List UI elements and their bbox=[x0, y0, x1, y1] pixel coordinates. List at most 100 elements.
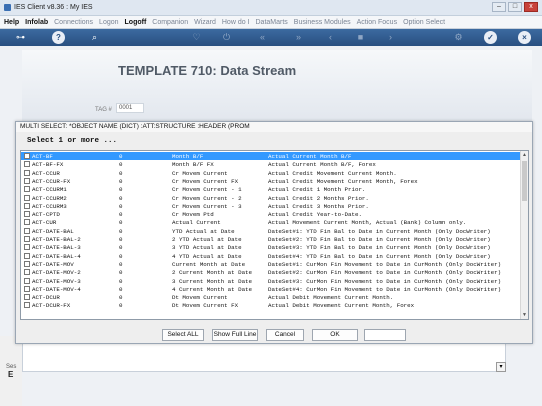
list-item[interactable]: ACT-CUR 0 Actual Current Actual Movement Cu… bbox=[21, 218, 520, 226]
close-button[interactable]: x bbox=[524, 2, 538, 12]
checkbox[interactable] bbox=[24, 202, 30, 209]
checkbox[interactable] bbox=[24, 194, 30, 201]
scroll-up-icon[interactable]: ▲ bbox=[521, 151, 528, 159]
list-item-short: Cr Movem Current - 1 bbox=[172, 186, 242, 194]
checkbox[interactable] bbox=[24, 285, 30, 292]
list-item-short: 2 Current Month at Date bbox=[172, 269, 253, 277]
cancel-button[interactable]: Cancel bbox=[266, 329, 304, 341]
checkmark-icon[interactable]: ✓ bbox=[484, 31, 497, 44]
list-item-code: ACT-BF-FX bbox=[32, 161, 64, 169]
power-icon[interactable]: ⏻ bbox=[220, 31, 233, 44]
menu-item-how-do-i[interactable]: How do I bbox=[222, 19, 250, 26]
list-item-short: Actual Current bbox=[172, 219, 221, 227]
fast-forward-icon[interactable]: » bbox=[292, 31, 305, 44]
checkbox[interactable] bbox=[24, 186, 30, 193]
menu-item-connections[interactable]: Connections bbox=[54, 19, 93, 26]
list-item[interactable]: ACT-DATE-BAL-3 0 3 YTD Actual at Date DateS… bbox=[21, 243, 520, 251]
close-icon[interactable]: × bbox=[518, 31, 531, 44]
menu-item-logoff[interactable]: Logoff bbox=[125, 19, 147, 26]
list-item-long: Actual Credit 1 Month Prior. bbox=[268, 186, 366, 194]
checkbox[interactable] bbox=[24, 277, 30, 284]
checkbox[interactable] bbox=[24, 219, 30, 226]
tag-field[interactable]: 0001 bbox=[116, 103, 144, 113]
vertical-scrollbar[interactable]: ▲ ▼ bbox=[520, 151, 528, 319]
scroll-thumb[interactable] bbox=[522, 161, 527, 201]
list-item-long: DateSet#4: CurMon Fin Movement to Date i… bbox=[268, 285, 502, 293]
gear-icon[interactable]: ⚙ bbox=[452, 31, 465, 44]
next-icon[interactable]: › bbox=[384, 31, 397, 44]
search-icon[interactable]: ⌕ bbox=[88, 31, 101, 44]
list-item-code: ACT-DATE-MOV-2 bbox=[32, 269, 81, 277]
checkbox[interactable] bbox=[24, 153, 30, 159]
list-item[interactable]: ACT-CCURM2 0 Cr Movem Current - 2 Actual Cr… bbox=[21, 194, 520, 202]
list-item-num: 0 bbox=[119, 211, 123, 219]
list-item[interactable]: ACT-DATE-BAL 0 YTD Actual at Date DateSet#1… bbox=[21, 227, 520, 235]
list-item[interactable]: ACT-DATE-BAL-2 0 2 YTD Actual at Date DateS… bbox=[21, 235, 520, 243]
list-item[interactable]: ACT-CPTD 0 Cr Movem Ptd Actual Credit Year-… bbox=[21, 210, 520, 218]
menu-item-logon[interactable]: Logon bbox=[99, 19, 118, 26]
checkbox[interactable] bbox=[24, 169, 30, 176]
list-item[interactable]: ACT-DATE-BAL-4 0 4 YTD Actual at Date DateS… bbox=[21, 252, 520, 260]
list-item[interactable]: ACT-DATE-MOV 0 Current Month at Date DateSe… bbox=[21, 260, 520, 268]
list-item-short: Cr Movem Current FX bbox=[172, 177, 239, 185]
checkbox[interactable] bbox=[24, 269, 30, 276]
checkbox[interactable] bbox=[24, 161, 30, 168]
maximize-button[interactable]: □ bbox=[508, 2, 522, 12]
lower-panel bbox=[22, 342, 506, 372]
checkbox[interactable] bbox=[24, 302, 30, 309]
list-item[interactable]: ACT-CCURM1 0 Cr Movem Current - 1 Actual Cr… bbox=[21, 185, 520, 193]
list-item-short: YTD Actual at Date bbox=[172, 227, 235, 235]
checkbox[interactable] bbox=[24, 260, 30, 267]
list-item-num: 0 bbox=[119, 260, 123, 268]
list-item-long: Actual Credit Year-to-Date. bbox=[268, 211, 362, 219]
list-item-code: ACT-DCUR-FX bbox=[32, 302, 71, 310]
checkbox[interactable] bbox=[24, 244, 30, 251]
menu-item-option-select[interactable]: Option Select bbox=[403, 19, 445, 26]
list-item[interactable]: ACT-DCUR 0 Dt Movem Current Actual Debit Mo… bbox=[21, 293, 520, 301]
list-item-code: ACT-CCUR bbox=[32, 169, 60, 177]
list-item[interactable]: ACT-BF-FX 0 Month B/F FX Actual Current Mon… bbox=[21, 160, 520, 168]
checkbox[interactable] bbox=[24, 236, 30, 242]
checkbox[interactable] bbox=[24, 177, 30, 184]
help-icon[interactable]: ? bbox=[52, 31, 65, 44]
menu-item-wizard[interactable]: Wizard bbox=[194, 19, 216, 26]
heart-icon[interactable]: ♡ bbox=[190, 31, 203, 44]
menu-item-help[interactable]: Help bbox=[4, 19, 19, 26]
list-item-num: 0 bbox=[119, 153, 123, 160]
menu-item-business-modules[interactable]: Business Modules bbox=[294, 19, 351, 26]
checkbox[interactable] bbox=[24, 227, 30, 234]
list-item[interactable]: ACT-DCUR-FX 0 Dt Movem Current FX Actual De… bbox=[21, 301, 520, 309]
checkbox[interactable] bbox=[24, 294, 30, 301]
stop-icon[interactable]: ■ bbox=[354, 31, 367, 44]
scroll-down-icon[interactable]: ▼ bbox=[521, 311, 528, 319]
list-item[interactable]: ACT-BF 0 Month B/F Actual Current Month B/F bbox=[21, 152, 520, 161]
list-item[interactable]: ACT-DATE-MOV-3 0 3 Current Month at Date Da… bbox=[21, 277, 520, 285]
dialog-input-field[interactable] bbox=[364, 329, 406, 341]
list-item-long: Actual Credit 3 Months Prior. bbox=[268, 202, 369, 210]
ok-button[interactable]: OK bbox=[312, 329, 358, 341]
previous-icon[interactable]: ‹ bbox=[324, 31, 337, 44]
menu-item-infolab[interactable]: Infolab bbox=[25, 19, 48, 26]
chevron-down-icon[interactable]: ▾ bbox=[496, 362, 506, 372]
rewind-icon[interactable]: « bbox=[256, 31, 269, 44]
checkbox[interactable] bbox=[24, 211, 30, 218]
list-item-num: 0 bbox=[119, 302, 123, 310]
list-item-long: Actual Credit Movement Current Month, Fo… bbox=[268, 177, 418, 185]
list-item[interactable]: ACT-CCUR-FX 0 Cr Movem Current FX Actual Cr… bbox=[21, 177, 520, 185]
list-item[interactable]: ACT-DATE-MOV-2 0 2 Current Month at Date Da… bbox=[21, 268, 520, 276]
selection-list[interactable]: ACT-DCUR-FX 0 Dt Movem Current FX Actual De… bbox=[20, 150, 529, 320]
list-item[interactable]: ACT-DATE-MOV-4 0 4 Current Month at Date Da… bbox=[21, 285, 520, 293]
list-item[interactable]: ACT-CCUR 0 Cr Movem Current Actual Credit M… bbox=[21, 169, 520, 177]
show-full-line-button[interactable]: Show Full Line bbox=[212, 329, 258, 341]
list-item-code: ACT-DATE-MOV bbox=[32, 260, 74, 268]
minimize-button[interactable]: – bbox=[492, 2, 506, 12]
menu-item-datamarts[interactable]: DataMarts bbox=[256, 19, 288, 26]
list-item-long: Actual Current Month B/F, Forex bbox=[268, 161, 376, 169]
list-item-short: 3 YTD Actual at Date bbox=[172, 244, 242, 252]
checkbox[interactable] bbox=[24, 252, 30, 259]
list-item[interactable]: ACT-CCURM3 0 Cr Movem Current - 3 Actual Cr… bbox=[21, 202, 520, 210]
menu-item-companion[interactable]: Companion bbox=[152, 19, 188, 26]
key-icon[interactable]: ⊶ bbox=[14, 31, 27, 44]
menu-item-action-focus[interactable]: Action Focus bbox=[357, 19, 397, 26]
select-all-button[interactable]: Select ALL bbox=[162, 329, 204, 341]
